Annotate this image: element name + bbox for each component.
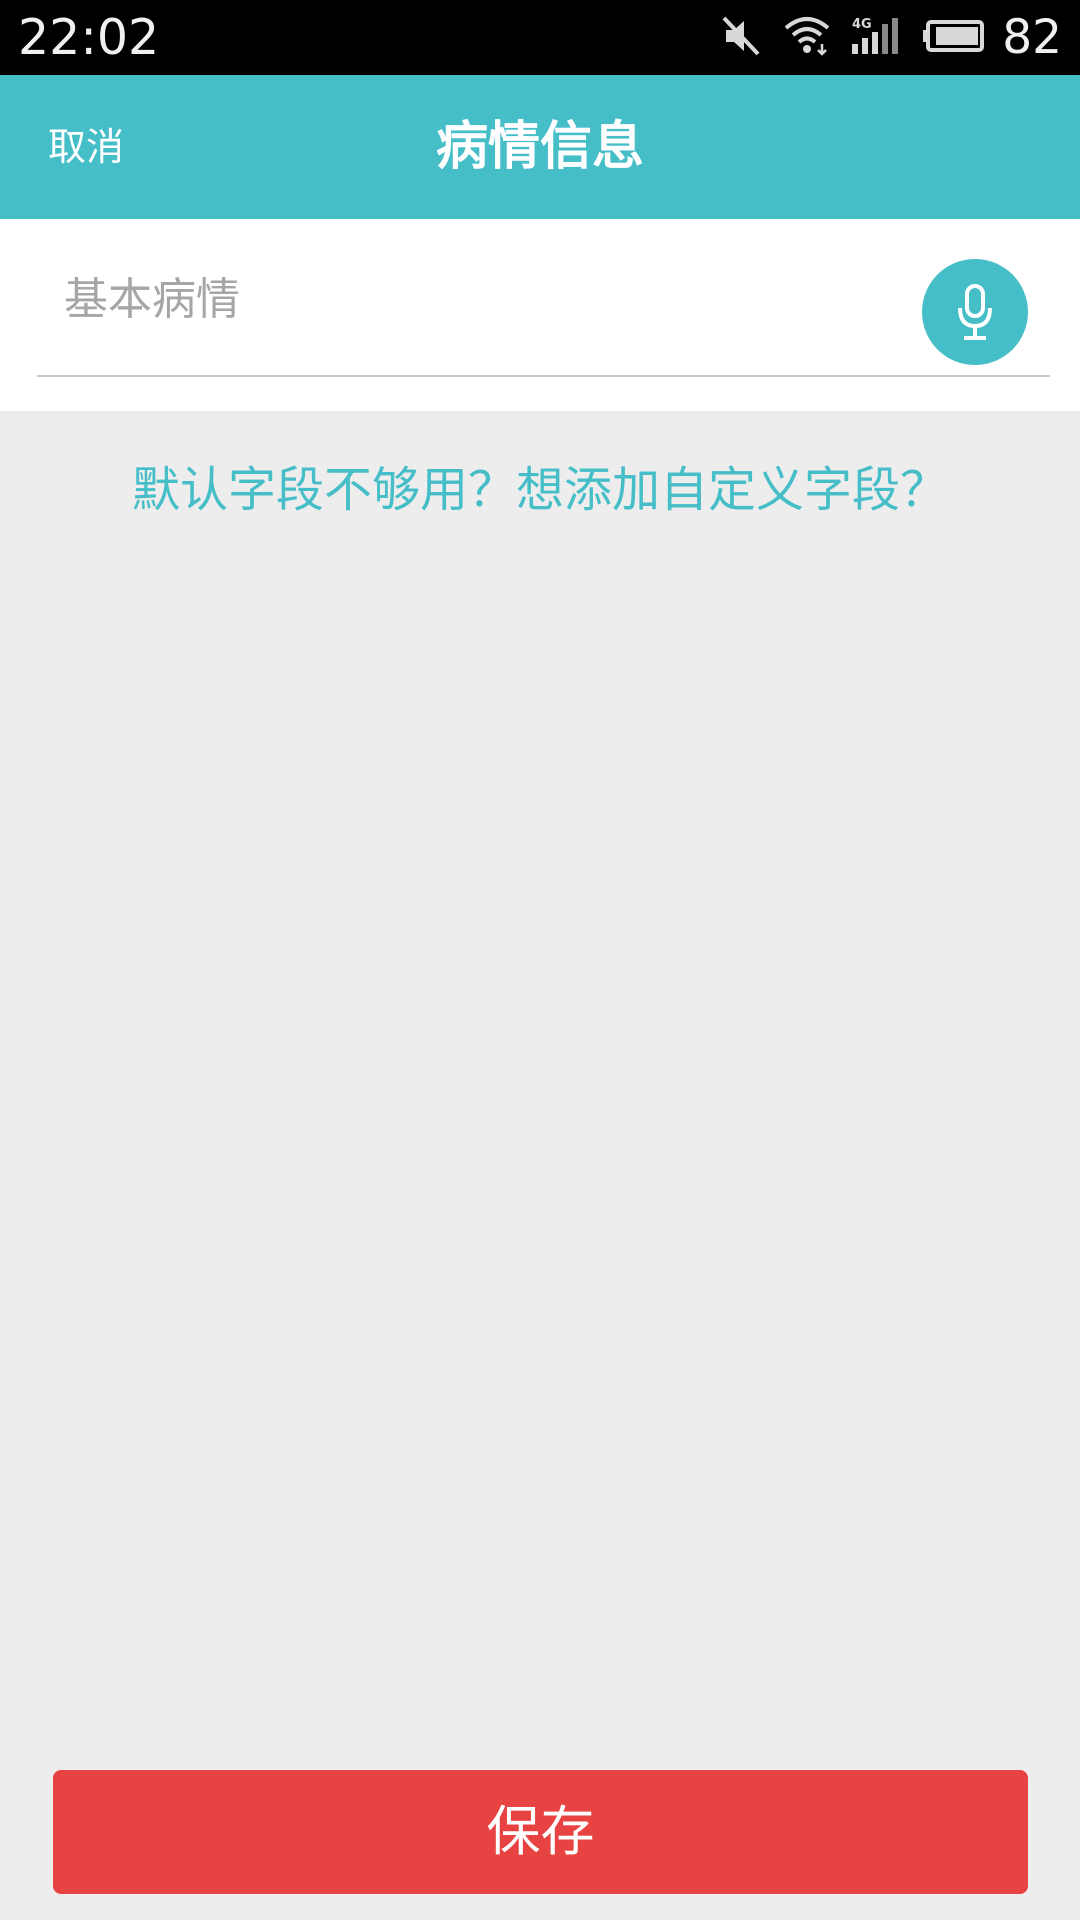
voice-input-button[interactable]	[922, 259, 1028, 365]
microphone-icon	[958, 284, 992, 340]
basic-condition-field	[37, 219, 1050, 377]
header: 病情信息 取消	[0, 75, 1080, 219]
battery-icon	[922, 14, 986, 62]
mute-icon	[720, 14, 764, 62]
basic-condition-input[interactable]	[64, 267, 884, 331]
status-bar: 22:02 4G 82	[0, 0, 1080, 75]
signal-4g-icon: 4G	[850, 14, 904, 62]
screen: 22:02 4G 82 病情信息 取消 基本病情 默认字段不够用？想添加自定义字…	[0, 0, 1080, 1920]
svg-text:4G: 4G	[852, 17, 872, 32]
save-button[interactable]: 保存	[53, 1770, 1028, 1894]
wifi-icon	[782, 14, 832, 62]
form-section	[0, 219, 1080, 411]
status-time: 22:02	[18, 9, 160, 66]
status-icons: 4G 82	[702, 0, 1062, 75]
cancel-button[interactable]: 取消	[48, 75, 124, 219]
page-title: 病情信息	[435, 117, 644, 177]
battery-level: 82	[1002, 10, 1062, 65]
add-custom-field-link[interactable]: 默认字段不够用？想添加自定义字段？	[0, 458, 1080, 522]
